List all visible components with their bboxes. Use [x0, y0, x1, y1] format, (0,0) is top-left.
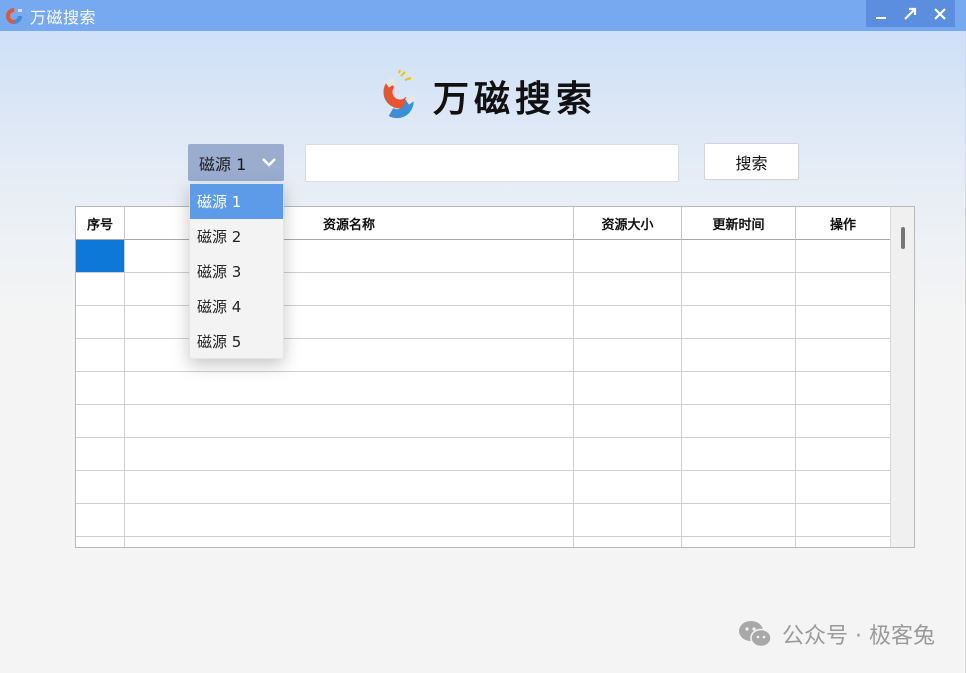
- magnet-icon: [383, 70, 417, 119]
- table-cell[interactable]: [76, 240, 125, 273]
- table-cell[interactable]: [682, 504, 796, 537]
- logo: 万磁搜索: [0, 66, 966, 126]
- table-cell[interactable]: [76, 405, 125, 438]
- table-cell[interactable]: [796, 339, 891, 372]
- table-cell[interactable]: [76, 339, 125, 372]
- table-cell[interactable]: [76, 537, 125, 547]
- close-button[interactable]: [927, 2, 953, 26]
- table-cell[interactable]: [796, 471, 891, 504]
- table-cell[interactable]: [574, 504, 682, 537]
- table-scrollbar[interactable]: [890, 207, 914, 547]
- table-cell[interactable]: [574, 306, 682, 339]
- table-cell[interactable]: [796, 240, 891, 273]
- watermark-text: 公众号 · 极客兔: [782, 624, 935, 649]
- table-cell[interactable]: [682, 537, 796, 547]
- table-cell[interactable]: [682, 372, 796, 405]
- dropdown-option[interactable]: 磁源 4: [190, 289, 283, 324]
- table-cell[interactable]: [796, 306, 891, 339]
- title-bar[interactable]: 万磁搜索: [0, 0, 966, 31]
- table-cell[interactable]: [574, 471, 682, 504]
- table-cell[interactable]: [796, 504, 891, 537]
- dropdown-option[interactable]: 磁源 1: [190, 184, 283, 219]
- table-cell[interactable]: [125, 372, 574, 405]
- table-cell[interactable]: [125, 405, 574, 438]
- table-cell[interactable]: [682, 438, 796, 471]
- chevron-down-icon: [262, 158, 276, 167]
- search-input[interactable]: [305, 144, 679, 182]
- table-cell[interactable]: [574, 240, 682, 273]
- table-cell[interactable]: [796, 537, 891, 547]
- scrollbar-thumb[interactable]: [901, 227, 905, 249]
- app-window: 万磁搜索 万磁搜索 磁源 1 搜索 序号 资源名称 资源大小 更新时间 操作 磁…: [0, 0, 966, 673]
- maximize-button[interactable]: [897, 2, 923, 26]
- table-cell[interactable]: [682, 405, 796, 438]
- table-cell[interactable]: [682, 339, 796, 372]
- table-cell[interactable]: [796, 405, 891, 438]
- source-select[interactable]: 磁源 1: [188, 144, 284, 181]
- table-cell[interactable]: [76, 471, 125, 504]
- table-cell[interactable]: [682, 471, 796, 504]
- table-cell[interactable]: [574, 537, 682, 547]
- window-title: 万磁搜索: [30, 7, 97, 27]
- table-cell[interactable]: [125, 504, 574, 537]
- column-header-actions[interactable]: 操作: [796, 207, 891, 240]
- logo-title: 万磁搜索: [432, 79, 597, 120]
- column-header-size[interactable]: 资源大小: [574, 207, 682, 240]
- table-cell[interactable]: [682, 306, 796, 339]
- table-cell[interactable]: [76, 372, 125, 405]
- minimize-icon: [875, 16, 886, 19]
- table-cell[interactable]: [76, 438, 125, 471]
- maximize-icon: [904, 7, 917, 20]
- window-controls: [866, 0, 955, 27]
- wechat-icon: [739, 621, 772, 648]
- column-header-updated[interactable]: 更新时间: [682, 207, 796, 240]
- source-select-value: 磁源 1: [199, 154, 247, 174]
- source-dropdown: 磁源 1 磁源 2 磁源 3 磁源 4 磁源 5: [189, 183, 284, 359]
- table-cell[interactable]: [125, 537, 574, 547]
- table-cell[interactable]: [574, 438, 682, 471]
- table-cell[interactable]: [574, 273, 682, 306]
- watermark: 公众号 · 极客兔: [738, 618, 935, 650]
- table-cell[interactable]: [796, 273, 891, 306]
- table-cell[interactable]: [682, 273, 796, 306]
- table-cell[interactable]: [125, 438, 574, 471]
- dropdown-option[interactable]: 磁源 2: [190, 219, 283, 254]
- table-cell[interactable]: [796, 372, 891, 405]
- table-cell[interactable]: [76, 306, 125, 339]
- dropdown-option[interactable]: 磁源 5: [190, 324, 283, 359]
- minimize-button[interactable]: [868, 2, 894, 26]
- table-cell[interactable]: [76, 504, 125, 537]
- table-cell[interactable]: [574, 405, 682, 438]
- table-cell[interactable]: [796, 438, 891, 471]
- table-cell[interactable]: [125, 471, 574, 504]
- search-button[interactable]: 搜索: [704, 143, 799, 180]
- table-cell[interactable]: [574, 339, 682, 372]
- app-magnet-icon: [4, 6, 24, 26]
- column-header-index[interactable]: 序号: [76, 207, 125, 240]
- table-cell[interactable]: [682, 240, 796, 273]
- dropdown-option[interactable]: 磁源 3: [190, 254, 283, 289]
- table-cell[interactable]: [76, 273, 125, 306]
- table-cell[interactable]: [574, 372, 682, 405]
- close-icon: [934, 7, 946, 20]
